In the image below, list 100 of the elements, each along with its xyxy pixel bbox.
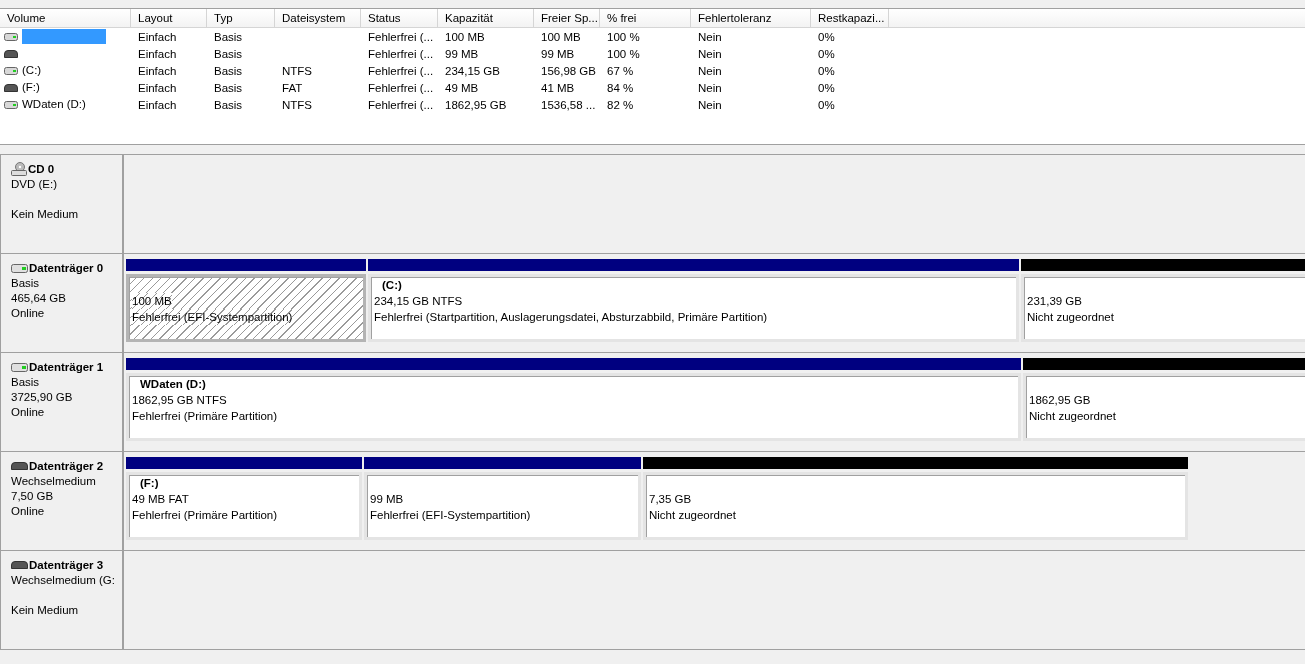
table-cell: Einfach xyxy=(138,81,177,94)
table-cell: Nein xyxy=(698,98,722,111)
disk-state: Kein Medium xyxy=(11,604,79,616)
volume-row[interactable]: (F:) Einfach Basis FAT Fehlerfrei (... 49 MB 41 MB 84 % Nein 0% xyxy=(0,79,1305,96)
table-cell: 100 MB xyxy=(541,30,581,43)
disk-size: 465,64 GB xyxy=(11,292,66,304)
removable-drive-icon xyxy=(4,49,18,58)
column-header[interactable]: Layout xyxy=(131,9,207,27)
table-cell: 99 MB xyxy=(541,47,575,60)
disk-name: Datenträger 1 xyxy=(29,361,104,373)
table-cell: Einfach xyxy=(138,64,177,77)
column-header[interactable]: Fehlertoleranz xyxy=(691,9,811,27)
disk-type: Basis xyxy=(11,277,40,289)
table-cell: 100 % xyxy=(607,47,640,60)
table-cell: 99 MB xyxy=(445,47,479,60)
table-cell: Basis xyxy=(214,30,243,43)
table-cell: Nein xyxy=(698,64,722,77)
partition-box[interactable]: 100 MB Fehlerfrei (EFI-Systempartition) xyxy=(126,274,366,342)
disk-type: Basis xyxy=(11,376,40,388)
column-header[interactable]: Typ xyxy=(207,9,275,27)
disk-type: DVD (E:) xyxy=(11,178,57,190)
table-cell: Fehlerfrei (... xyxy=(368,47,434,60)
table-cell: 234,15 GB xyxy=(445,64,500,77)
partition-box[interactable]: 7,35 GB Nicht zugeordnet xyxy=(643,472,1188,540)
volume-row[interactable]: Einfach Basis Fehlerfrei (... 99 MB 99 MB 100 % Nein 0% xyxy=(0,45,1305,62)
table-cell: 0% xyxy=(818,30,835,43)
table-cell: 0% xyxy=(818,98,835,111)
table-cell: Basis xyxy=(214,64,243,77)
table-cell: FAT xyxy=(282,81,303,94)
partition-status: Fehlerfrei (EFI-Systempartition) xyxy=(132,309,293,325)
disk-label-panel[interactable]: CD 0 DVD (E:) Kein Medium xyxy=(0,155,124,253)
column-header[interactable]: Kapazität xyxy=(438,9,534,27)
table-cell: Fehlerfrei (... xyxy=(368,30,434,43)
column-header[interactable]: Freier Sp... xyxy=(534,9,600,27)
table-cell: 82 % xyxy=(607,98,634,111)
hard-drive-icon xyxy=(11,263,28,273)
table-cell: Basis xyxy=(214,47,243,60)
partition-box[interactable]: (C:) 234,15 GB NTFS Fehlerfrei (Startpartition, Auslagerungsdatei, Absturzabbild, Primäre Partition) xyxy=(368,274,1019,342)
hard-drive-icon xyxy=(4,66,18,75)
disk-type: Wechselmedium (G: xyxy=(11,574,115,586)
disk-label-panel[interactable]: Datenträger 0 Basis 465,64 GB Online xyxy=(0,254,124,352)
table-cell: 100 MB xyxy=(445,30,485,43)
table-cell: 0% xyxy=(818,47,835,60)
hard-drive-icon xyxy=(4,100,18,109)
volume-row[interactable]: Einfach Basis Fehlerfrei (... 100 MB 100 MB 100 % Nein 0% xyxy=(0,28,1305,45)
table-cell: Fehlerfrei (... xyxy=(368,64,434,77)
disk-state: Online xyxy=(11,307,45,319)
disk-type: Wechselmedium xyxy=(11,475,96,487)
table-cell: Einfach xyxy=(138,30,177,43)
table-cell: 41 MB xyxy=(541,81,575,94)
disk-label-panel[interactable]: Datenträger 2 Wechselmedium 7,50 GB Online xyxy=(0,452,124,550)
splitter-bar[interactable] xyxy=(0,144,1305,155)
table-cell: Fehlerfrei (... xyxy=(368,81,434,94)
table-cell: Nein xyxy=(698,81,722,94)
table-cell: 49 MB xyxy=(445,81,479,94)
partition-title: WDaten (D:) xyxy=(140,378,206,390)
table-cell: 1862,95 GB xyxy=(445,98,507,111)
table-cell: Nein xyxy=(698,47,722,60)
table-cell: 0% xyxy=(818,81,835,94)
table-cell: Fehlerfrei (... xyxy=(368,98,434,111)
disk-name: Datenträger 2 xyxy=(29,460,104,472)
table-cell: Basis xyxy=(214,98,243,111)
partition-box[interactable]: (F:) 49 MB FAT Fehlerfrei (Primäre Partition) xyxy=(126,472,362,540)
column-header[interactable]: Dateisystem xyxy=(275,9,361,27)
column-header[interactable]: % frei xyxy=(600,9,691,27)
partition-title: (C:) xyxy=(382,279,402,291)
partition-title: (F:) xyxy=(140,477,159,489)
volume-name: (F:) xyxy=(22,80,40,95)
table-cell: Nein xyxy=(698,30,722,43)
disk-size: 7,50 GB xyxy=(11,490,54,502)
disk-label-panel[interactable]: Datenträger 3 Wechselmedium (G: Kein Medium xyxy=(0,551,124,649)
volume-row[interactable]: WDaten (D:) Einfach Basis NTFS Fehlerfrei (... 1862,95 GB 1536,58 ... 82 % Nein 0% xyxy=(0,96,1305,113)
hard-drive-icon xyxy=(4,32,18,41)
table-cell: 156,98 GB xyxy=(541,64,596,77)
hard-drive-icon xyxy=(11,362,28,372)
partition-size: 100 MB xyxy=(132,293,172,309)
removable-drive-icon xyxy=(11,561,28,569)
disk-state: Online xyxy=(11,406,45,418)
partition-box[interactable]: 1862,95 GB Nicht zugeordnet xyxy=(1023,373,1305,441)
partition-box[interactable]: WDaten (D:) 1862,95 GB NTFS Fehlerfrei (Primäre Partition) xyxy=(126,373,1021,441)
partition-box[interactable]: 231,39 GB Nicht zugeordnet xyxy=(1021,274,1305,342)
disk-name: CD 0 xyxy=(28,163,55,175)
cd-drive-icon xyxy=(11,162,27,176)
disk-state: Kein Medium xyxy=(11,208,79,220)
column-header[interactable]: Restkapazi... xyxy=(811,9,889,27)
volume-name: (C:) xyxy=(22,63,42,78)
disk-name: Datenträger 3 xyxy=(29,559,104,571)
disk-size: 3725,90 GB xyxy=(11,391,73,403)
disk-label-panel[interactable]: Datenträger 1 Basis 3725,90 GB Online xyxy=(0,353,124,451)
table-cell: 67 % xyxy=(607,64,634,77)
table-cell: Basis xyxy=(214,81,243,94)
disk-state: Online xyxy=(11,505,45,517)
table-cell: 0% xyxy=(818,64,835,77)
table-cell: 1536,58 ... xyxy=(541,98,596,111)
partition-box[interactable]: 99 MB Fehlerfrei (EFI-Systempartition) xyxy=(364,472,641,540)
table-cell: 100 % xyxy=(607,30,640,43)
column-header[interactable]: Volume xyxy=(0,9,131,27)
column-header[interactable]: Status xyxy=(361,9,438,27)
removable-drive-icon xyxy=(11,462,28,470)
volume-row[interactable]: (C:) Einfach Basis NTFS Fehlerfrei (... 234,15 GB 156,98 GB 67 % Nein 0% xyxy=(0,62,1305,79)
